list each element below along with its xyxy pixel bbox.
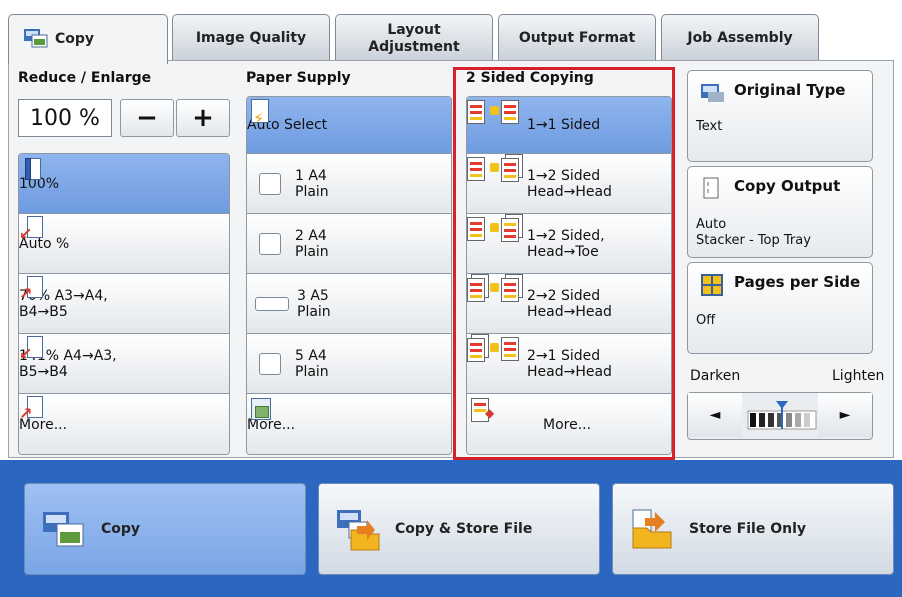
zoom-option-auto[interactable]: ↙ Auto % <box>19 214 229 274</box>
copy-store-file-label: Copy & Store File <box>395 521 533 537</box>
zoom-value-display: 100 % <box>18 99 112 137</box>
paper-tray-3[interactable]: 3 A5 Plain <box>247 274 451 334</box>
tab-job-assembly-label: Job Assembly <box>687 30 793 47</box>
darken-button[interactable]: ◄ <box>688 393 742 437</box>
density-control: ◄ ► <box>687 392 873 440</box>
tab-image-quality-label: Image Quality <box>195 30 307 47</box>
original-type-value: Text <box>696 119 723 134</box>
copy-icon <box>23 26 49 52</box>
zoom-more-button[interactable]: ↗ More... <box>19 394 229 454</box>
tab-bar: Copy Image Quality Layout Adjustment Out… <box>0 0 902 64</box>
reduce-enlarge-title: Reduce / Enlarge <box>18 70 152 86</box>
paper-option-label: 5 A4 Plain <box>295 347 329 380</box>
paper-tray-2[interactable]: 2 A4 Plain <box>247 214 451 274</box>
copy-icon <box>41 506 87 552</box>
copy-output-title: Copy Output <box>734 177 841 195</box>
tab-output-format-label: Output Format <box>518 30 636 47</box>
tab-layout-adjustment-line2: Adjustment <box>368 38 460 55</box>
tab-output-format[interactable]: Output Format <box>498 14 656 62</box>
paper-supply-title: Paper Supply <box>246 70 351 86</box>
copy-output-icon <box>702 177 722 205</box>
copy-store-icon <box>335 506 381 552</box>
paper-option-label: 3 A5 Plain <box>297 287 331 320</box>
tray-checkbox <box>259 352 281 375</box>
pages-per-side-button[interactable]: Pages per Side Off <box>687 262 873 354</box>
copy-output-button[interactable]: Copy Output Auto Stacker - Top Tray <box>687 166 873 258</box>
tray-checkbox <box>259 172 281 195</box>
copy-service-label: Copy <box>101 521 141 537</box>
original-type-button[interactable]: Original Type Text <box>687 70 873 162</box>
zoom-decrease-button[interactable]: − <box>120 99 174 137</box>
zoom-option-141[interactable]: ↙ 141% A4→A3, B5→B4 <box>19 334 229 394</box>
lighten-label: Lighten <box>832 368 885 384</box>
copy-output-value: Auto Stacker - Top Tray <box>696 217 811 249</box>
original-type-title: Original Type <box>734 81 846 99</box>
two-sided-highlight-frame <box>453 67 675 460</box>
lighten-button[interactable]: ► <box>818 393 872 437</box>
tab-job-assembly[interactable]: Job Assembly <box>661 14 819 62</box>
tray-checkbox <box>255 296 289 311</box>
tab-image-quality[interactable]: Image Quality <box>172 14 330 62</box>
tab-layout-adjustment-line1: Layout <box>387 22 441 39</box>
copy-service-button[interactable]: Copy <box>24 483 306 575</box>
tab-copy-label: Copy <box>55 31 95 48</box>
paper-option-label: 2 A4 Plain <box>295 227 329 260</box>
paper-more-button[interactable]: More... <box>247 394 451 454</box>
pages-per-side-icon <box>700 273 724 301</box>
original-type-icon <box>700 81 726 107</box>
tab-copy[interactable]: Copy <box>8 14 168 64</box>
tray-checkbox <box>259 232 281 255</box>
copy-store-file-button[interactable]: Copy & Store File <box>318 483 600 575</box>
paper-tray-5[interactable]: 5 A4 Plain <box>247 334 451 394</box>
zoom-increase-button[interactable]: + <box>176 99 230 137</box>
density-scale <box>746 401 818 431</box>
paper-supply-options: ⚡ Auto Select 1 A4 Plain 2 A4 Plain 3 A5 Pl… <box>246 96 452 455</box>
pages-per-side-title: Pages per Side <box>734 273 861 291</box>
paper-option-label: 1 A4 Plain <box>295 167 329 200</box>
paper-tray-1[interactable]: 1 A4 Plain <box>247 154 451 214</box>
store-file-only-label: Store File Only <box>689 521 806 537</box>
zoom-option-100[interactable]: 100% <box>19 154 229 214</box>
reduce-enlarge-options: 100% ↙ Auto % ↗ 70% A3→A4, B4→B5 ↙ 141% A… <box>18 153 230 455</box>
paper-auto-select[interactable]: ⚡ Auto Select <box>247 97 451 154</box>
tab-layout-adjustment[interactable]: Layout Adjustment <box>335 14 493 62</box>
service-bar: Copy Copy & Store File Store File Only <box>0 460 902 597</box>
zoom-option-70[interactable]: ↗ 70% A3→A4, B4→B5 <box>19 274 229 334</box>
store-file-icon <box>629 506 675 552</box>
darken-label: Darken <box>690 368 741 384</box>
store-file-only-button[interactable]: Store File Only <box>612 483 894 575</box>
pages-per-side-value: Off <box>696 313 716 328</box>
